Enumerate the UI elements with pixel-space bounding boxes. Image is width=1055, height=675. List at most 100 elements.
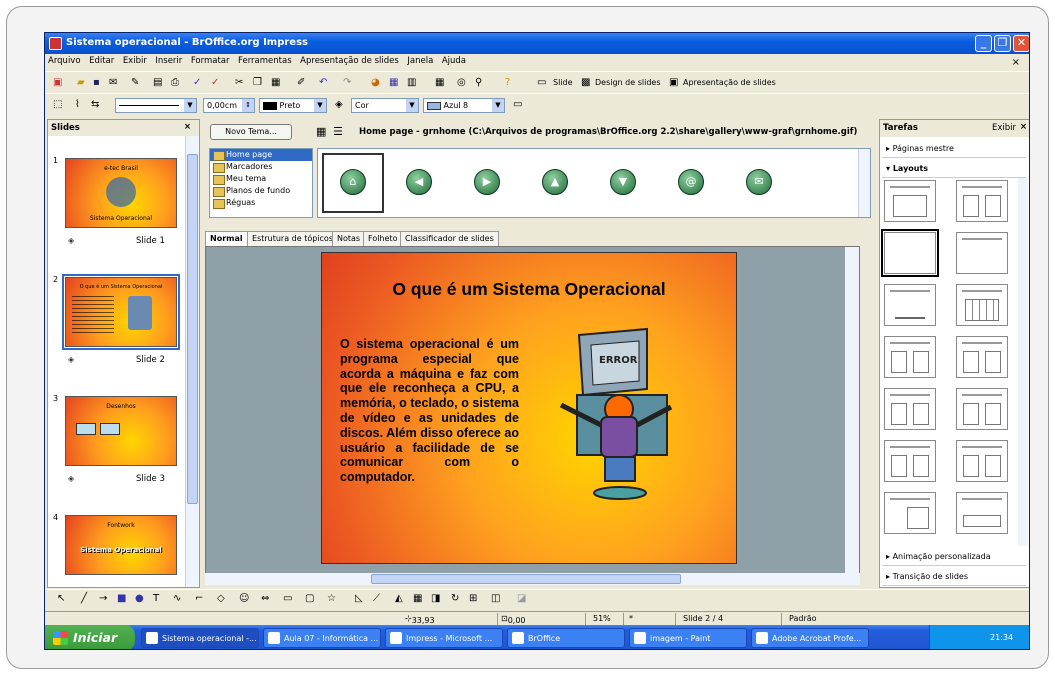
export-pdf-icon[interactable]: ▤ — [153, 75, 162, 91]
document-close-icon[interactable]: × — [1009, 55, 1023, 70]
slide-thumbnail-1[interactable]: e-tec Brasil Sistema Operacional — [65, 158, 177, 228]
layout-text-2-objects[interactable] — [884, 440, 936, 482]
slide-thumbnail-4[interactable]: Fontwork Sistema Operacional — [65, 515, 177, 575]
arrange-icon[interactable]: ◫ — [491, 593, 500, 604]
home-button-graphic[interactable]: ⌂ — [340, 169, 366, 195]
tab-outline[interactable]: Estrutura de tópicos — [247, 231, 338, 246]
menu-formatar[interactable]: Formatar — [188, 54, 233, 68]
block-arrows-icon[interactable]: ⇔ — [261, 593, 269, 604]
gallery-theme-item[interactable]: Réguas — [210, 197, 312, 209]
menu-arquivo[interactable]: Arquivo — [45, 54, 84, 68]
layout-objects-text[interactable] — [956, 440, 1008, 482]
gallery-theme-list[interactable]: Home page Marcadores Meu tema Planos de … — [209, 148, 313, 218]
section-slide-transition[interactable]: ▸ Transição de slides — [882, 568, 1026, 586]
zoom-value[interactable]: 51% — [593, 614, 611, 623]
layout-table[interactable] — [956, 284, 1008, 326]
slide-thumbnail-3[interactable]: Desenhos — [65, 396, 177, 466]
print-icon[interactable]: ⎙ — [171, 75, 179, 91]
symbol-shapes-icon[interactable]: ☺ — [239, 593, 249, 604]
curve-tool-icon[interactable]: ∿ — [173, 593, 181, 604]
rectangle-tool-icon[interactable]: ■ — [117, 593, 126, 604]
zoom-icon[interactable]: ⚲ — [475, 75, 482, 91]
taskbar-button-broffice[interactable]: BrOffice — [507, 628, 625, 648]
tab-handout[interactable]: Folheto — [363, 231, 403, 246]
arrow-style-icon[interactable]: ⇆ — [91, 97, 99, 113]
chart-icon[interactable]: ◕ — [371, 75, 380, 91]
gallery-scrollbar[interactable] — [858, 149, 870, 217]
layout-text-chart[interactable] — [956, 336, 1008, 378]
menu-editar[interactable]: Editar — [86, 54, 117, 68]
format-paintbrush-icon[interactable]: ✐ — [297, 75, 305, 91]
from-file-icon[interactable]: ▦ — [413, 593, 422, 604]
flowchart-icon[interactable]: ▭ — [283, 593, 292, 604]
select-arrow-icon[interactable]: ↖ — [57, 593, 65, 604]
layout-title-only[interactable] — [956, 232, 1008, 274]
taskbar-button-paint[interactable]: imagem - Paint — [629, 628, 747, 648]
mail-graphic[interactable]: ✉ — [746, 169, 772, 195]
connector-tool-icon[interactable]: ⌐ — [195, 593, 203, 604]
taskbar-button-powerpoint[interactable]: Impress - Microsoft ... — [385, 628, 503, 648]
slide-show-button[interactable]: Apresentação de slides — [683, 75, 776, 91]
layout-title-content[interactable] — [884, 180, 936, 222]
close-button[interactable]: ✕ — [1013, 35, 1029, 52]
alignment-icon[interactable]: ⊞ — [469, 593, 477, 604]
line-color-select[interactable]: Preto ▼ — [259, 98, 327, 113]
new-document-icon[interactable]: ▣ — [53, 75, 62, 91]
up-arrow-graphic[interactable]: ▲ — [542, 169, 568, 195]
gallery-theme-item[interactable]: Marcadores — [210, 161, 312, 173]
slide-body-text[interactable]: O sistema operacional é um programa espe… — [340, 337, 519, 485]
redo-icon[interactable]: ↷ — [343, 75, 351, 91]
minimize-button[interactable]: _ — [975, 35, 992, 52]
menu-inserir[interactable]: Inserir — [152, 54, 185, 68]
show-draw-functions-icon[interactable]: ▥ — [407, 75, 416, 91]
basic-shapes-icon[interactable]: ◇ — [217, 593, 225, 604]
taskbar-button-impress[interactable]: Sistema operacional -... — [141, 628, 259, 648]
right-arrow-graphic[interactable]: ▶ — [474, 169, 500, 195]
start-button[interactable]: Iniciar — [45, 625, 135, 649]
scroll-thumb[interactable] — [187, 154, 198, 504]
tab-normal[interactable]: Normal — [205, 231, 248, 246]
slide-thumbnail-2[interactable]: O que é um Sistema Operacional — [62, 274, 180, 350]
slide-design-icon[interactable]: ▩ — [581, 75, 590, 91]
line-icon[interactable]: ⌇ — [75, 97, 80, 113]
new-theme-button[interactable]: Novo Tema... — [210, 124, 292, 140]
shadow-icon[interactable]: ▭ — [513, 97, 522, 113]
save-icon[interactable]: ▪ — [93, 75, 100, 91]
stars-icon[interactable]: ☆ — [327, 593, 336, 604]
workspace-hscroll[interactable] — [205, 573, 860, 585]
layout-text-image[interactable] — [884, 388, 936, 430]
cut-icon[interactable]: ✂ — [235, 75, 243, 91]
taskbar-button-acrobat[interactable]: Adobe Acrobat Profe... — [751, 628, 869, 648]
layout-chart[interactable] — [884, 284, 936, 326]
area-fill-icon[interactable]: ◈ — [335, 97, 343, 113]
icon-view-icon[interactable]: ▦ — [316, 124, 326, 140]
current-slide[interactable]: O que é um Sistema Operacional O sistema… — [321, 252, 737, 564]
tab-notes[interactable]: Notas — [332, 231, 366, 246]
menu-janela[interactable]: Janela — [404, 54, 436, 68]
section-custom-animation[interactable]: ▸ Animação personalizada — [882, 548, 1026, 566]
styles-icon[interactable]: ⬚ — [53, 97, 62, 113]
glue-points-icon[interactable]: ⟋ — [373, 593, 380, 604]
new-slide-icon[interactable]: ▭ — [537, 75, 546, 91]
text-tool-icon[interactable]: T — [153, 593, 159, 604]
grid-icon[interactable]: ▦ — [435, 75, 444, 91]
email-icon[interactable]: ✉ — [109, 75, 117, 91]
slides-scrollbar[interactable] — [185, 136, 199, 587]
section-master-pages[interactable]: ▸ Páginas mestre — [882, 140, 1026, 158]
menu-ajuda[interactable]: Ajuda — [439, 54, 469, 68]
line-style-select[interactable]: ▼ — [115, 98, 197, 113]
section-layouts[interactable]: ▾ Layouts — [882, 160, 1026, 178]
tab-slide-sorter[interactable]: Classificador de slides — [400, 231, 499, 246]
layout-title-2-content[interactable] — [956, 180, 1008, 222]
view-menu[interactable]: Exibir — [992, 123, 1016, 133]
area-color-select[interactable]: Azul 8 ▼ — [423, 98, 505, 113]
points-icon[interactable]: ◺ — [355, 593, 363, 604]
workspace-vscroll[interactable] — [845, 247, 859, 581]
slide-button[interactable]: Slide — [553, 75, 573, 91]
help-icon[interactable]: ? — [505, 75, 510, 91]
spellcheck-icon[interactable]: ✓ — [193, 75, 201, 91]
callouts-icon[interactable]: ▢ — [305, 593, 314, 604]
ellipse-tool-icon[interactable]: ● — [135, 593, 144, 604]
fontwork-icon[interactable]: ◭ — [395, 593, 403, 604]
left-arrow-graphic[interactable]: ◀ — [406, 169, 432, 195]
